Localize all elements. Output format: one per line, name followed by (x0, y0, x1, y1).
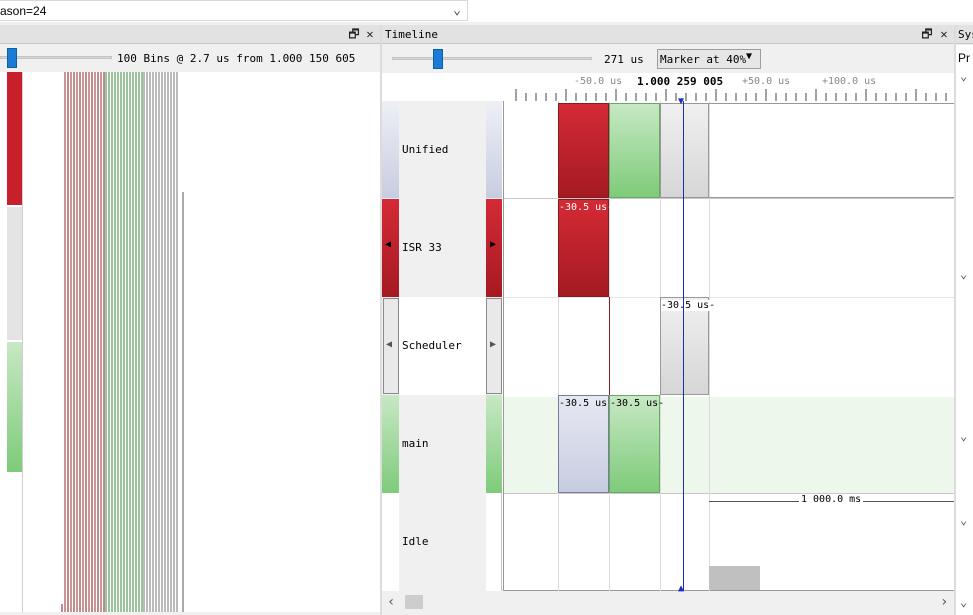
close-icon[interactable]: ✕ (937, 27, 951, 41)
expand-chevron-icon[interactable]: ⌄ (960, 69, 967, 83)
expand-chevron-icon[interactable]: ⌄ (960, 595, 967, 609)
scheduler-right-strip: ▶ (486, 298, 502, 394)
expand-chevron-icon[interactable]: ⌄ (960, 267, 967, 281)
time-marker-line[interactable] (683, 101, 684, 591)
histogram-bars (61, 72, 184, 612)
dropdown-arrow-icon: ▼ (746, 51, 753, 62)
marker-dropdown[interactable]: Marker at 40% ▼ (657, 49, 761, 69)
unified-left-strip (382, 101, 399, 198)
arrow-left-icon[interactable]: ◀ (385, 239, 391, 250)
main-right-strip (486, 395, 502, 493)
zoom-slider-track[interactable] (392, 57, 592, 60)
idle-duration-label: 1 000.0 ms (799, 494, 864, 505)
bins-slider-thumb[interactable] (7, 48, 17, 68)
filter-combobox[interactable]: ason=24 ⌄ (0, 0, 468, 21)
right-pane-subtitle: Pr (958, 51, 970, 65)
timeline-title: Timeline (385, 28, 438, 41)
right-pane-title: Sys (958, 28, 973, 41)
unified-main-bar[interactable] (609, 103, 660, 198)
idle-left-strip (382, 493, 399, 591)
ruler-ticks (515, 89, 947, 101)
track-label-main[interactable]: main (402, 437, 429, 450)
scroll-right-icon[interactable]: › (940, 594, 948, 610)
histogram-label: 100 Bins @ 2.7 us from 1.000 150 605 (117, 52, 356, 65)
isr-left-strip: ◀ (382, 199, 399, 297)
scroll-left-icon[interactable]: ‹ (387, 594, 395, 610)
track-label-unified[interactable]: Unified (402, 143, 448, 156)
isr-bar[interactable]: -30.5 us- (558, 199, 613, 297)
time-ruler: -50.0 us 1.000 259 005 +50.0 us +100.0 u… (382, 73, 954, 101)
timeline-tracks: Unified ◀ ▶ ISR 33 ◀ ▶ Scheduler main Id… (382, 97, 955, 594)
track-label-scheduler[interactable]: Scheduler (402, 339, 462, 352)
scheduler-left-strip: ◀ (383, 298, 399, 394)
scrollbar-thumb[interactable] (405, 595, 423, 609)
close-icon[interactable]: ✕ (363, 27, 377, 41)
pane-splitter[interactable] (954, 25, 956, 615)
timeline-header: Timeline 🗗 ✕ (382, 25, 954, 44)
row-separator (504, 590, 955, 591)
scheduler-duration-label: -30.5 us- (661, 300, 716, 311)
unified-idle-bar[interactable] (709, 103, 955, 198)
unified-isr-bar[interactable] (558, 103, 609, 198)
main-preempted-bar[interactable]: -30.5 us- (558, 395, 613, 493)
track-content[interactable]: -30.5 us- -30.5 us- -30.5 us- -30.5 us- … (503, 97, 955, 594)
histogram-area (0, 72, 380, 612)
track-label-idle[interactable]: Idle (402, 535, 429, 548)
main-duration-label-2: -30.5 us- (610, 398, 665, 409)
arrow-right-icon[interactable]: ▶ (490, 239, 496, 250)
scheduler-bar[interactable]: -30.5 us- (660, 297, 716, 395)
isr-connector (609, 297, 610, 395)
main-left-strip (382, 395, 399, 493)
pane-splitter[interactable] (380, 25, 382, 615)
isr-duration-label: -30.5 us- (559, 202, 614, 213)
chevron-down-icon[interactable]: ⌄ (449, 3, 465, 19)
isr-right-strip: ▶ (486, 199, 502, 297)
main-duration-label-1: -30.5 us- (559, 398, 614, 409)
horizontal-scrollbar[interactable]: ‹ › (382, 592, 954, 612)
idle-right-strip (486, 493, 502, 591)
row-separator (504, 493, 955, 494)
idle-bar[interactable] (709, 566, 760, 590)
float-window-icon[interactable]: 🗗 (920, 27, 934, 41)
window-width-value: 271 us (604, 53, 644, 66)
track-label-isr33[interactable]: ISR 33 (402, 241, 442, 254)
row-separator (504, 297, 955, 298)
right-pane-header: Sys (956, 25, 973, 44)
unified-scheduler-bar[interactable] (660, 103, 709, 198)
marker-dropdown-value: Marker at 40% (660, 53, 747, 66)
left-pane-toolbar: 100 Bins @ 2.7 us from 1.000 150 605 (0, 45, 380, 71)
marker-top-icon[interactable]: ▼ (678, 97, 684, 107)
zoom-slider-thumb[interactable] (433, 49, 443, 69)
expand-chevron-icon[interactable]: ⌄ (960, 429, 967, 443)
timeline-toolbar: 271 us Marker at 40% ▼ (382, 45, 954, 73)
filter-combobox-value: ason=24 (0, 4, 47, 18)
arrow-right-icon[interactable]: ▶ (490, 339, 496, 350)
unified-right-strip (486, 101, 502, 198)
right-pane-content: Pr ⌄ ⌄ ⌄ ⌄ ⌄ (956, 45, 973, 615)
left-pane-header: 🗗 ✕ (0, 25, 380, 44)
main-running-bar[interactable]: -30.5 us- (609, 395, 664, 493)
expand-chevron-icon[interactable]: ⌄ (960, 513, 967, 527)
float-window-icon[interactable]: 🗗 (347, 27, 361, 41)
arrow-left-icon[interactable]: ◀ (386, 339, 392, 350)
